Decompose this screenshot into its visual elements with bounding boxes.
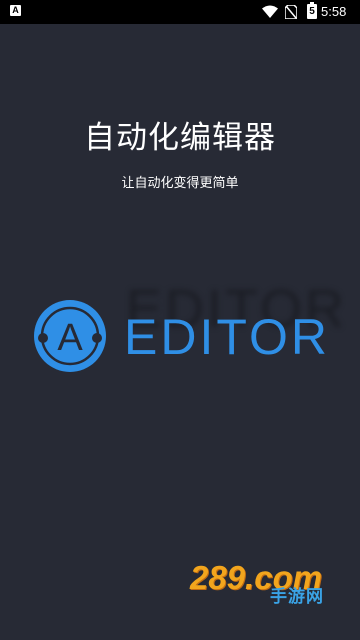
logo-icon: A	[34, 300, 106, 372]
status-time: 5:58	[321, 4, 347, 19]
logo-letter: A	[57, 317, 83, 359]
notification-icon: A	[10, 5, 21, 16]
app-subtitle: 让自动化变得更简单	[121, 176, 239, 191]
status-bar: A 5 5:58	[0, 0, 360, 24]
watermark-sub: 手游网	[270, 587, 324, 607]
logo-wordmark: EDITOR	[124, 309, 330, 365]
app-title: 自动化编辑器	[84, 120, 276, 156]
battery-icon: 5	[307, 2, 317, 19]
watermark: 289.com 手游网	[190, 560, 340, 608]
battery-level: 5	[309, 6, 315, 17]
wifi-icon	[262, 5, 278, 18]
no-sim-icon	[285, 5, 297, 19]
